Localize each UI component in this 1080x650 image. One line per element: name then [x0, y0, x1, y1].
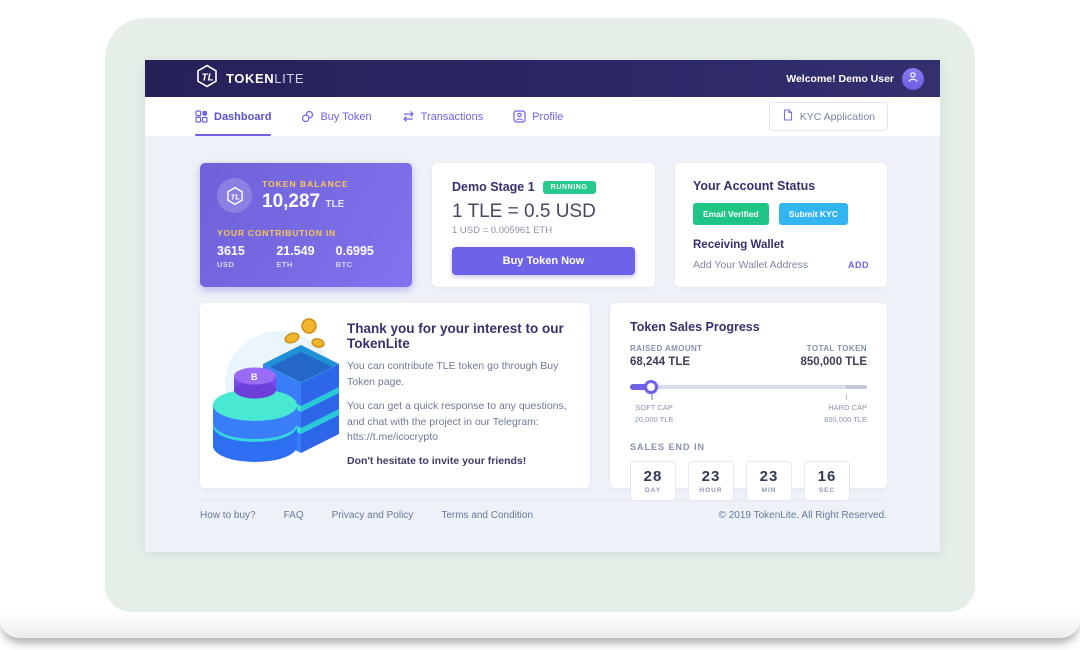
cap-labels: SOFT CAP 20,000 TLE HARD CAP 850,000 TLE [630, 402, 867, 432]
hard-cap-tick [846, 394, 848, 400]
contribution-row: 3615 USD 21.549 ETH 0.6995 BTC [217, 244, 395, 269]
user-avatar[interactable] [902, 68, 924, 90]
brand-logo[interactable]: TL TOKENLITE [195, 64, 304, 93]
hard-cap: HARD CAP 850,000 TLE [824, 402, 867, 426]
document-icon [782, 109, 794, 124]
dashboard-icon [195, 110, 208, 123]
tab-bar: Dashboard Buy Token Tran [145, 97, 940, 136]
summary-row: TL TOKEN BALANCE 10,287 TLE YOUR CONTRIB… [200, 163, 887, 287]
welcome-text: Welcome! Demo User [786, 73, 894, 85]
tab-label: Transactions [421, 111, 484, 123]
soft-cap-tick [651, 394, 653, 400]
wallet-placeholder-text: Add Your Wallet Address [693, 259, 808, 271]
sales-end-label: SALES END IN [630, 442, 867, 452]
email-verified-badge[interactable]: Email Verified [693, 203, 769, 225]
copyright-text: © 2019 TokenLite. All Right Reserved. [719, 510, 887, 521]
tab-transactions[interactable]: Transactions [402, 97, 484, 136]
tab-label: Buy Token [320, 111, 371, 123]
progress-amounts: RAISED AMOUNT 68,244 TLE TOTAL TOKEN 850… [630, 344, 867, 368]
account-status-card: Your Account Status Email Verified Submi… [675, 163, 887, 287]
footer-link-terms[interactable]: Terms and Condition [441, 510, 533, 521]
dashboard-content: TL TOKEN BALANCE 10,287 TLE YOUR CONTRIB… [145, 136, 940, 552]
thank-you-title: Thank you for your interest to our Token… [347, 321, 568, 351]
footer-link-privacy[interactable]: Privacy and Policy [332, 510, 414, 521]
footer-link-faq[interactable]: FAQ [284, 510, 304, 521]
token-rate: 1 TLE = 0.5 USD [452, 201, 635, 223]
person-icon [907, 70, 919, 88]
stage-header: Demo Stage 1 RUNNING [452, 180, 635, 194]
token-logo-icon: TL [217, 178, 252, 213]
svg-text:B: B [251, 372, 258, 382]
countdown-sec: 16 SEC [804, 461, 850, 501]
top-navbar: TL TOKENLITE Welcome! Demo User [145, 60, 940, 97]
balance-header: TL TOKEN BALANCE 10,287 TLE [217, 178, 395, 213]
thank-you-paragraph-3: Don't hesitate to invite your friends! [347, 454, 568, 470]
tab-label: Profile [532, 111, 563, 123]
buy-token-now-button[interactable]: Buy Token Now [452, 247, 635, 275]
slider-track-end [846, 385, 867, 389]
contribution-eth: 21.549 ETH [276, 244, 335, 269]
sales-progress-slider [630, 380, 867, 394]
coins-icon [301, 110, 314, 123]
balance-label: TOKEN BALANCE [262, 179, 349, 189]
contribution-label: YOUR CONTRIBUTION IN [217, 228, 395, 238]
countdown: 28 DAY 23 HOUR 23 MIN 16 [630, 461, 867, 501]
brand-name: TOKENLITE [226, 71, 304, 86]
svg-text:TL: TL [230, 192, 240, 201]
add-wallet-link[interactable]: ADD [848, 260, 869, 270]
tab-label: Dashboard [214, 111, 271, 123]
thank-you-paragraph-1: You can contribute TLE token go through … [347, 359, 568, 391]
dashboard-footer: How to buy? FAQ Privacy and Policy Terms… [200, 500, 887, 530]
total-token: TOTAL TOKEN 850,000 TLE [801, 344, 867, 368]
token-balance-card: TL TOKEN BALANCE 10,287 TLE YOUR CONTRIB… [200, 163, 412, 287]
token-sales-progress-card: Token Sales Progress RAISED AMOUNT 68,24… [610, 303, 887, 488]
kyc-button-label: KYC Application [800, 111, 875, 123]
raised-amount: RAISED AMOUNT 68,244 TLE [630, 344, 702, 368]
wallet-row: Add Your Wallet Address ADD [693, 259, 869, 271]
account-badges: Email Verified Submit KYC [693, 203, 869, 225]
user-area: Welcome! Demo User [786, 68, 924, 90]
tab-profile[interactable]: Profile [513, 97, 563, 136]
progress-title: Token Sales Progress [630, 320, 867, 334]
progress-handle[interactable] [644, 380, 658, 394]
submit-kyc-badge[interactable]: Submit KYC [779, 203, 848, 225]
countdown-day: 28 DAY [630, 461, 676, 501]
thank-you-card: B Thank you for your interest to our Tok… [200, 303, 590, 488]
soft-cap: SOFT CAP 20,000 TLE [635, 402, 674, 426]
contribution-usd: 3615 USD [217, 244, 276, 269]
profile-icon [513, 110, 526, 123]
detail-row: B Thank you for your interest to our Tok… [200, 303, 887, 488]
sale-stage-card: Demo Stage 1 RUNNING 1 TLE = 0.5 USD 1 U… [432, 163, 655, 287]
footer-link-how-to-buy[interactable]: How to buy? [200, 510, 256, 521]
kyc-application-button[interactable]: KYC Application [769, 102, 888, 131]
account-status-title: Your Account Status [693, 179, 869, 193]
thank-you-paragraph-2: You can get a quick response to any ques… [347, 399, 568, 446]
svg-text:TL: TL [202, 73, 214, 84]
countdown-min: 23 MIN [746, 461, 792, 501]
receiving-wallet-title: Receiving Wallet [693, 239, 869, 251]
stage-title: Demo Stage 1 [452, 180, 535, 194]
page: TL TOKENLITE Welcome! Demo User [0, 0, 1080, 650]
balance-amount: 10,287 TLE [262, 191, 349, 213]
status-badge: RUNNING [543, 181, 596, 194]
laptop-base [0, 612, 1080, 638]
tab-buy-token[interactable]: Buy Token [301, 97, 371, 136]
token-sub-rate: 1 USD = 0.005961 ETH [452, 225, 635, 236]
swap-arrows-icon [402, 110, 415, 123]
balance-info: TOKEN BALANCE 10,287 TLE [262, 179, 349, 213]
thank-you-text: Thank you for your interest to our Token… [343, 321, 568, 470]
tab-dashboard[interactable]: Dashboard [195, 97, 271, 136]
contribution-btc: 0.6995 BTC [336, 244, 395, 269]
coins-illustration: B [208, 313, 343, 478]
slider-track [630, 385, 867, 389]
countdown-hour: 23 HOUR [688, 461, 734, 501]
tokenlite-logo-icon: TL [195, 64, 219, 93]
dashboard-window: TL TOKENLITE Welcome! Demo User [145, 60, 940, 552]
